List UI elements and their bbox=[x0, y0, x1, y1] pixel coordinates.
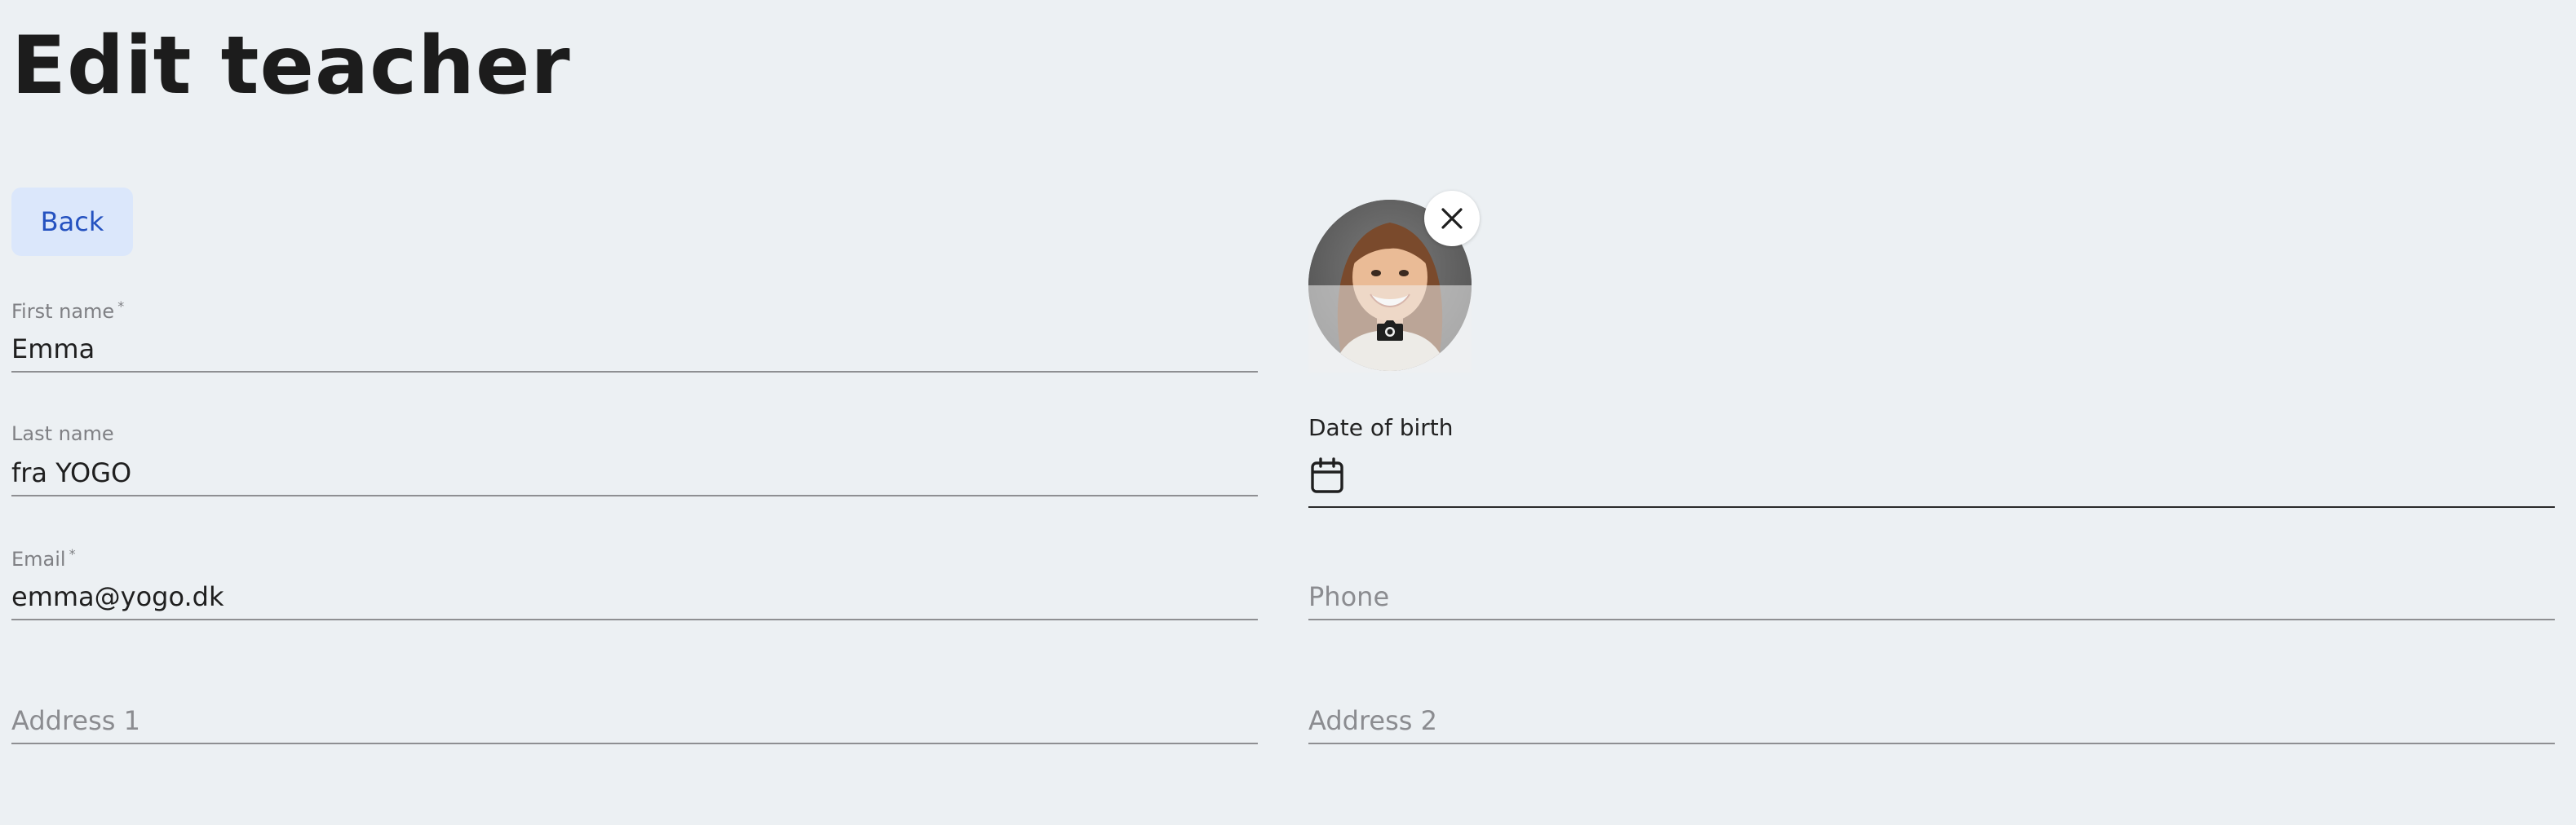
phone-field[interactable]: Phone bbox=[1308, 541, 2555, 620]
email-input[interactable]: emma@yogo.dk bbox=[11, 581, 224, 612]
last-name-label: Last name bbox=[11, 422, 114, 445]
last-name-input[interactable]: fra YOGO bbox=[11, 457, 131, 488]
close-icon bbox=[1441, 208, 1463, 229]
address1-field[interactable]: Address 1 bbox=[11, 665, 1258, 744]
date-of-birth-input[interactable] bbox=[1308, 452, 2555, 508]
address1-input[interactable]: Address 1 bbox=[11, 705, 140, 736]
last-name-field[interactable]: Last name fra YOGO bbox=[11, 417, 1258, 496]
required-marker: * bbox=[117, 298, 125, 314]
first-name-label: First name * bbox=[11, 298, 124, 323]
required-marker: * bbox=[69, 546, 76, 562]
first-name-label-text: First name bbox=[11, 300, 115, 323]
camera-icon[interactable] bbox=[1376, 319, 1404, 342]
first-name-field[interactable]: First name * Emma bbox=[11, 293, 1258, 373]
email-label: Email * bbox=[11, 546, 76, 571]
phone-input[interactable]: Phone bbox=[1308, 581, 1389, 612]
address2-field[interactable]: Address 2 bbox=[1308, 665, 2555, 744]
email-field[interactable]: Email * emma@yogo.dk bbox=[11, 541, 1258, 620]
back-button[interactable]: Back bbox=[11, 188, 133, 256]
calendar-icon[interactable] bbox=[1310, 457, 1344, 495]
first-name-input[interactable]: Emma bbox=[11, 333, 95, 364]
address2-input[interactable]: Address 2 bbox=[1308, 705, 1437, 736]
date-of-birth-label: Date of birth bbox=[1308, 414, 1454, 441]
remove-photo-button[interactable] bbox=[1424, 191, 1480, 246]
edit-teacher-page: Edit teacher Back First name * Emma Last … bbox=[0, 0, 2576, 825]
email-label-text: Email bbox=[11, 548, 66, 571]
page-title: Edit teacher bbox=[11, 20, 571, 112]
